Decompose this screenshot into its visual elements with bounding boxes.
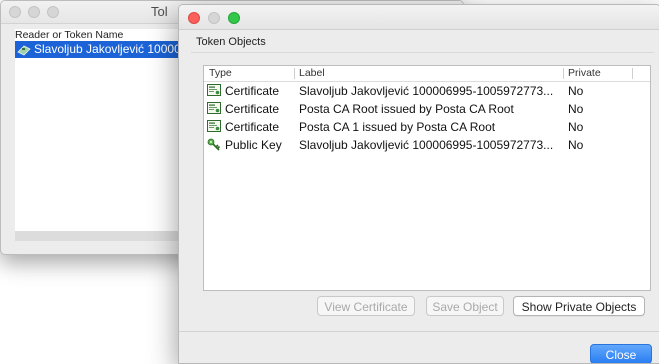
token-objects-label: Token Objects bbox=[196, 36, 266, 48]
show-private-objects-button[interactable]: Show Private Objects bbox=[513, 296, 645, 316]
back-window-controls bbox=[9, 6, 59, 18]
table-row[interactable]: Public Key Slavoljub Jakovljević 1000069… bbox=[204, 136, 650, 154]
table-row[interactable]: Certificate Posta CA Root issued by Post… bbox=[204, 100, 650, 118]
save-object-button[interactable]: Save Object bbox=[426, 296, 504, 316]
row-private: No bbox=[568, 102, 584, 116]
minimize-window-dot[interactable] bbox=[208, 12, 220, 24]
back-minimize-dot[interactable] bbox=[28, 6, 40, 18]
row-type: Certificate bbox=[225, 120, 280, 134]
row-type: Certificate bbox=[225, 102, 280, 116]
section-divider bbox=[191, 52, 654, 53]
row-private: No bbox=[568, 138, 584, 152]
reader-list-item-label: Slavoljub Jakovljević 10000 bbox=[34, 42, 181, 56]
row-label: Posta CA 1 issued by Posta CA Root bbox=[299, 120, 496, 134]
close-button[interactable]: Close bbox=[590, 344, 652, 363]
footer-divider bbox=[179, 331, 659, 332]
column-separator[interactable] bbox=[563, 68, 564, 79]
key-icon bbox=[207, 138, 221, 151]
row-private: No bbox=[568, 120, 584, 134]
row-type: Certificate bbox=[225, 84, 280, 98]
zoom-window-dot[interactable] bbox=[228, 12, 240, 24]
view-certificate-button[interactable]: View Certificate bbox=[317, 296, 415, 316]
back-window-title: Tol bbox=[151, 4, 168, 19]
front-window-titlebar[interactable] bbox=[179, 5, 659, 30]
back-zoom-dot[interactable] bbox=[47, 6, 59, 18]
row-label: Slavoljub Jakovljević 100006995-10059727… bbox=[299, 84, 554, 98]
table-row[interactable]: Certificate Slavoljub Jakovljević 100006… bbox=[204, 82, 650, 100]
reader-column-header[interactable]: Reader or Token Name bbox=[15, 29, 190, 41]
certificate-icon bbox=[207, 120, 221, 132]
column-separator[interactable] bbox=[632, 68, 633, 79]
close-window-dot[interactable] bbox=[188, 12, 200, 24]
column-header-label[interactable]: Label bbox=[299, 67, 325, 79]
column-separator[interactable] bbox=[294, 68, 295, 79]
back-close-dot[interactable] bbox=[9, 6, 21, 18]
certificate-icon bbox=[207, 102, 221, 114]
row-label: Slavoljub Jakovljević 100006995-10059727… bbox=[299, 138, 554, 152]
smartcard-reader-icon bbox=[17, 45, 31, 55]
front-window-controls bbox=[188, 12, 240, 24]
row-private: No bbox=[568, 84, 584, 98]
back-window-footer bbox=[15, 231, 190, 241]
token-objects-table: Type Label Private Certificate Slavoljub… bbox=[203, 65, 651, 291]
table-row[interactable]: Certificate Posta CA 1 issued by Posta C… bbox=[204, 118, 650, 136]
row-label: Posta CA Root issued by Posta CA Root bbox=[299, 102, 514, 116]
column-header-private[interactable]: Private bbox=[568, 67, 601, 79]
row-type: Public Key bbox=[225, 138, 282, 152]
certificate-icon bbox=[207, 84, 221, 96]
reader-list: Slavoljub Jakovljević 10000 bbox=[15, 41, 190, 231]
reader-list-item[interactable]: Slavoljub Jakovljević 10000 bbox=[15, 41, 190, 58]
column-header-type[interactable]: Type bbox=[209, 67, 232, 79]
table-header: Type Label Private bbox=[204, 66, 650, 82]
token-objects-window: Token Objects Type Label Private Certifi… bbox=[178, 4, 659, 364]
